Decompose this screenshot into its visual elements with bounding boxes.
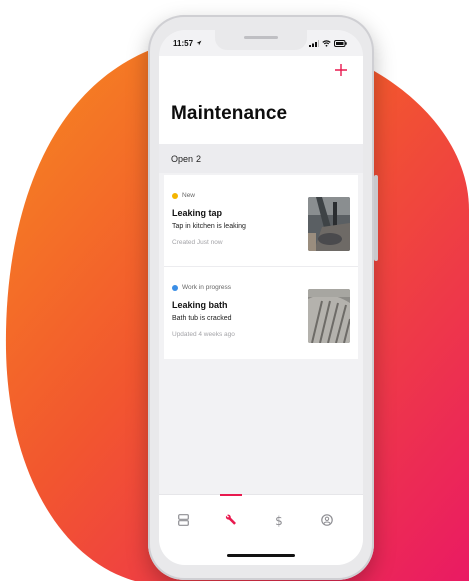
item-timestamp: Updated 4 weeks ago [172, 331, 235, 338]
app-screen: 11:57 Maintenance Open 2 New Leaking tap… [159, 30, 363, 565]
bath-tub-photo [308, 289, 350, 343]
page-header: Maintenance [159, 56, 363, 144]
item-timestamp: Created Just now [172, 239, 223, 246]
wrench-icon [225, 514, 236, 525]
tab-properties[interactable] [163, 495, 203, 545]
page-title: Maintenance [171, 103, 288, 124]
section-header-open: Open 2 [159, 144, 363, 173]
item-description: Tap in kitchen is leaking [172, 223, 246, 230]
tab-bar: $ [159, 494, 363, 565]
notch [215, 30, 307, 50]
item-description: Bath tub is cracked [172, 315, 232, 322]
maintenance-list: New Leaking tap Tap in kitchen is leakin… [164, 175, 358, 359]
tab-payments[interactable]: $ [259, 495, 299, 545]
section-count: 2 [196, 153, 202, 164]
wifi-icon [322, 39, 331, 47]
active-tab-indicator [220, 494, 242, 496]
phone-frame: 11:57 Maintenance Open 2 New Leaking tap… [148, 15, 378, 580]
status-icons [309, 39, 347, 47]
status-row: Work in progress [172, 284, 231, 291]
tab-profile[interactable] [307, 495, 347, 545]
speaker-grille [244, 36, 278, 39]
section-label: Open [171, 153, 194, 164]
add-request-button[interactable] [331, 60, 351, 80]
profile-icon [321, 514, 333, 526]
signal-icon [309, 39, 319, 47]
tab-maintenance[interactable] [211, 494, 251, 545]
list-item[interactable]: New Leaking tap Tap in kitchen is leakin… [164, 175, 358, 267]
properties-icon [177, 514, 189, 526]
status-label: Work in progress [182, 284, 232, 291]
item-title: Leaking bath [172, 300, 228, 310]
plus-icon [335, 64, 347, 76]
phone-side-button [374, 175, 378, 261]
battery-icon [334, 39, 347, 47]
status-time: 11:57 [173, 39, 202, 48]
dollar-icon: $ [275, 514, 283, 527]
status-label: New [182, 192, 196, 199]
kitchen-tap-photo [308, 197, 350, 251]
status-dot [172, 192, 178, 199]
location-arrow-icon [196, 40, 202, 45]
status-dot [172, 284, 178, 291]
status-row: New [172, 192, 195, 199]
home-indicator[interactable] [227, 554, 295, 557]
svg-text:$: $ [275, 514, 283, 527]
list-item[interactable]: Work in progress Leaking bath Bath tub i… [164, 267, 358, 359]
item-title: Leaking tap [172, 208, 223, 218]
